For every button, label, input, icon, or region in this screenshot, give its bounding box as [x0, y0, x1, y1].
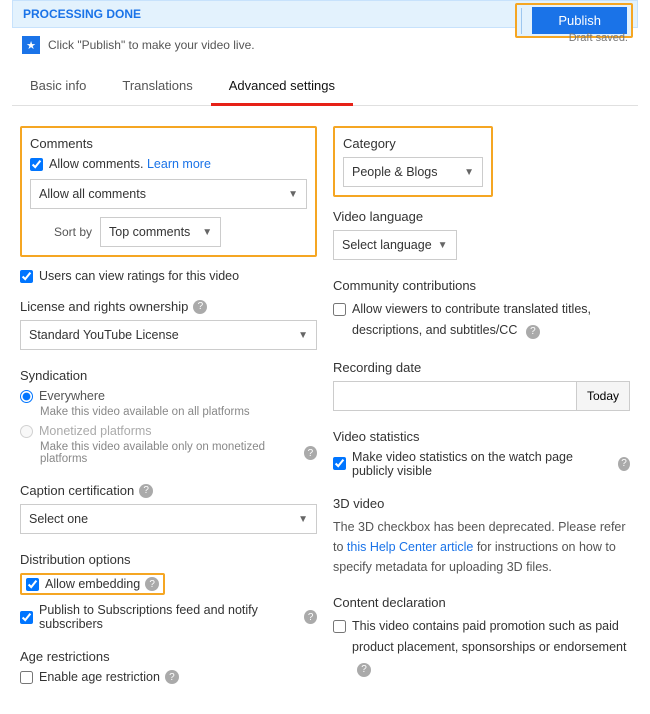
syndication-everywhere-label: Everywhere — [39, 389, 105, 403]
category-select[interactable]: People & Blogs ▼ — [343, 157, 483, 187]
learn-more-link[interactable]: Learn more — [147, 157, 211, 171]
recording-group: Recording date Today — [333, 360, 630, 411]
declaration-checkbox[interactable] — [333, 620, 346, 633]
community-label: Allow viewers to contribute translated t… — [352, 302, 591, 337]
publish-feed-checkbox[interactable] — [20, 611, 33, 624]
right-column: Category People & Blogs ▼ Video language… — [325, 126, 638, 702]
language-group: Video language Select language ▼ — [333, 209, 630, 260]
tip-text: Click "Publish" to make your video live. — [48, 38, 255, 52]
license-value: Standard YouTube License — [29, 328, 179, 342]
help-icon[interactable]: ? — [618, 457, 630, 471]
language-select[interactable]: Select language ▼ — [333, 230, 457, 260]
allow-embedding-checkbox[interactable] — [26, 578, 39, 591]
sort-by-label: Sort by — [54, 225, 92, 239]
star-icon: ★ — [22, 36, 40, 54]
help-icon[interactable]: ? — [357, 663, 371, 677]
syndication-everywhere-radio[interactable] — [20, 390, 33, 403]
age-restriction-label: Enable age restriction — [39, 670, 160, 684]
caret-icon: ▼ — [288, 189, 298, 200]
caption-value: Select one — [29, 512, 88, 526]
3d-group: 3D video The 3D checkbox has been deprec… — [333, 496, 630, 577]
tabs: Basic info Translations Advanced setting… — [12, 68, 638, 106]
caret-icon: ▼ — [202, 227, 212, 238]
syndication-monetized-radio — [20, 425, 33, 438]
category-highlight: Category People & Blogs ▼ — [333, 126, 493, 197]
license-select[interactable]: Standard YouTube License ▼ — [20, 320, 317, 350]
sort-by-select[interactable]: Top comments ▼ — [100, 217, 221, 247]
allow-embedding-label: Allow embedding — [45, 577, 140, 591]
syndication-everywhere-sub: Make this video available on all platfor… — [40, 406, 317, 418]
help-icon[interactable]: ? — [139, 484, 153, 498]
today-button[interactable]: Today — [577, 381, 630, 411]
embedding-highlight: Allow embedding ? — [20, 573, 165, 595]
language-value: Select language — [342, 238, 432, 252]
allow-comments-label: Allow comments. — [49, 157, 143, 171]
distribution-group: Distribution options Allow embedding ? P… — [20, 552, 317, 631]
tip-row: ★ Click "Publish" to make your video liv… — [12, 28, 638, 58]
caret-icon: ▼ — [438, 240, 448, 251]
syndication-monetized-sub: Make this video available only on moneti… — [40, 441, 299, 465]
help-icon[interactable]: ? — [304, 446, 317, 460]
ratings-label: Users can view ratings for this video — [39, 269, 239, 283]
age-restriction-checkbox[interactable] — [20, 671, 33, 684]
help-icon[interactable]: ? — [304, 610, 317, 624]
tab-basic-info[interactable]: Basic info — [12, 68, 104, 105]
syndication-group: Syndication Everywhere Make this video a… — [20, 368, 317, 465]
allow-comments-checkbox[interactable] — [30, 158, 43, 171]
help-icon[interactable]: ? — [193, 300, 207, 314]
distribution-title: Distribution options — [20, 552, 317, 567]
age-title: Age restrictions — [20, 649, 317, 664]
help-icon[interactable]: ? — [165, 670, 179, 684]
language-title: Video language — [333, 209, 630, 224]
draft-saved: Draft saved. — [569, 32, 628, 44]
community-checkbox[interactable] — [333, 303, 346, 316]
stats-group: Video statistics Make video statistics o… — [333, 429, 630, 478]
category-value: People & Blogs — [352, 165, 437, 179]
community-title: Community contributions — [333, 278, 630, 293]
recording-title: Recording date — [333, 360, 630, 375]
syndication-title: Syndication — [20, 368, 317, 383]
left-column: Comments Allow comments. Learn more Allo… — [12, 126, 325, 702]
license-group: License and rights ownership ? Standard … — [20, 299, 317, 350]
caption-group: Caption certification ? Select one ▼ — [20, 483, 317, 534]
caption-title: Caption certification — [20, 483, 134, 498]
comments-title: Comments — [30, 136, 307, 151]
processing-status: PROCESSING DONE — [23, 7, 141, 21]
caret-icon: ▼ — [298, 330, 308, 341]
syndication-monetized-label: Monetized platforms — [39, 424, 152, 438]
help-icon[interactable]: ? — [526, 325, 540, 339]
stats-title: Video statistics — [333, 429, 630, 444]
publish-feed-label: Publish to Subscriptions feed and notify… — [39, 603, 299, 631]
recording-date-input[interactable] — [333, 381, 577, 411]
caption-select[interactable]: Select one ▼ — [20, 504, 317, 534]
tab-advanced-settings[interactable]: Advanced settings — [211, 68, 353, 106]
help-center-link[interactable]: this Help Center article — [347, 540, 473, 554]
age-group: Age restrictions Enable age restriction … — [20, 649, 317, 684]
community-group: Community contributions Allow viewers to… — [333, 278, 630, 342]
declaration-title: Content declaration — [333, 595, 630, 610]
sort-by-value: Top comments — [109, 225, 190, 239]
declaration-group: Content declaration This video contains … — [333, 595, 630, 680]
comment-filter-value: Allow all comments — [39, 187, 146, 201]
tab-translations[interactable]: Translations — [104, 68, 210, 105]
caret-icon: ▼ — [464, 167, 474, 178]
stats-checkbox[interactable] — [333, 457, 346, 470]
3d-title: 3D video — [333, 496, 630, 511]
status-banner: PROCESSING DONE Publish — [12, 0, 638, 28]
caret-icon: ▼ — [298, 514, 308, 525]
help-icon[interactable]: ? — [145, 577, 159, 591]
comment-filter-select[interactable]: Allow all comments ▼ — [30, 179, 307, 209]
declaration-label: This video contains paid promotion such … — [352, 619, 626, 654]
comments-highlight: Comments Allow comments. Learn more Allo… — [20, 126, 317, 257]
category-title: Category — [343, 136, 483, 151]
ratings-checkbox[interactable] — [20, 270, 33, 283]
license-title: License and rights ownership — [20, 299, 188, 314]
stats-label: Make video statistics on the watch page … — [352, 450, 613, 478]
